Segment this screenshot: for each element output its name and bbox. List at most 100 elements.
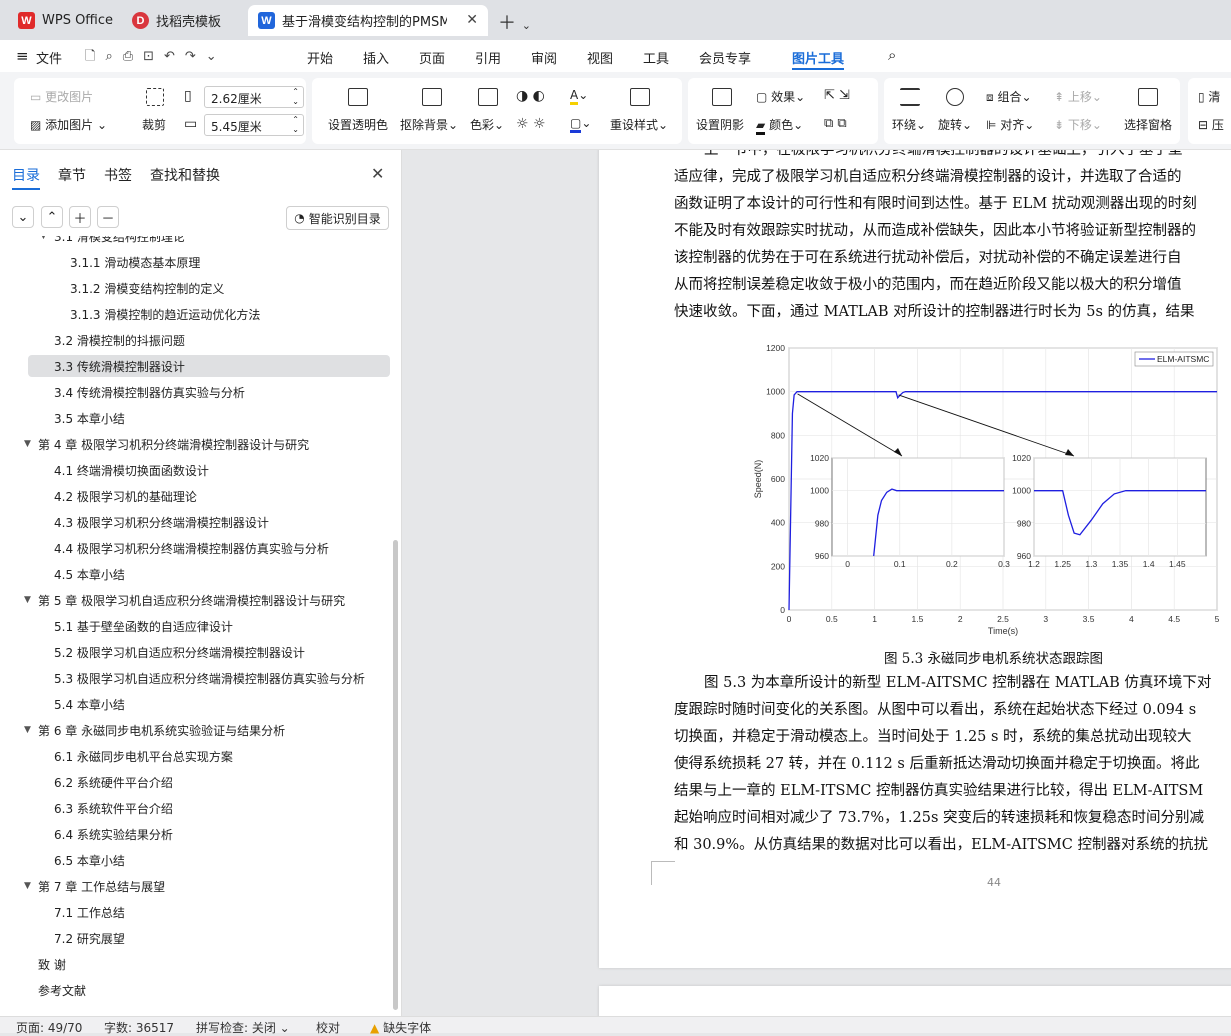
menu-icon[interactable]: ≡ — [16, 47, 29, 65]
menu-start[interactable]: 开始 — [307, 48, 333, 67]
toc-item[interactable]: 3.1.2 滑模变结构控制的定义 — [0, 277, 390, 299]
move-down-button[interactable]: ⇟ 下移⌄ — [1054, 116, 1102, 133]
toc-item[interactable]: 5.3 极限学习机自适应积分终端滑模控制器仿真实验与分析 — [0, 667, 390, 689]
transparent-color-icon[interactable] — [348, 88, 368, 106]
toc-item[interactable]: 7.1 工作总结 — [0, 901, 390, 923]
fill-color-button[interactable]: ▰ 颜色⌄ — [756, 116, 803, 135]
menu-review[interactable]: 审阅 — [531, 48, 557, 67]
expand-caret-icon[interactable]: ▼ — [24, 725, 31, 735]
menu-insert[interactable]: 插入 — [363, 48, 389, 67]
selection-pane-icon[interactable] — [1138, 88, 1158, 106]
wrap-icon[interactable] — [900, 88, 920, 106]
toc-item[interactable]: 3.1.3 滑模控制的趋近运动优化方法 — [0, 303, 390, 325]
expand-caret-icon[interactable]: ▼ — [24, 881, 31, 891]
expand-caret-icon[interactable]: ▼ — [40, 236, 47, 241]
line-color-icon[interactable]: ▢⌄ — [570, 116, 591, 133]
toc-item[interactable]: 5.2 极限学习机自适应积分终端滑模控制器设计 — [0, 641, 390, 663]
align-button[interactable]: ⊫ 对齐⌄ — [986, 116, 1034, 133]
toc-item[interactable]: 4.2 极限学习机的基础理论 — [0, 485, 390, 507]
page-indicator[interactable]: 页面: 49/70 — [16, 1019, 82, 1036]
chart-figure[interactable]: 0 0.5 1 1.5 2 2.5 3 3.5 4 4.5 5 0 200 400 600 800 1000 12… — [749, 340, 1229, 640]
close-icon[interactable]: ✕ — [466, 12, 478, 28]
toc-item[interactable]: 4.4 极限学习机积分终端滑模控制器仿真实验与分析 — [0, 537, 390, 559]
crop-icon[interactable] — [146, 88, 164, 106]
toc-item[interactable]: 5.1 基于壁垒函数的自适应律设计 — [0, 615, 390, 637]
word-count[interactable]: 字数: 36517 — [104, 1019, 174, 1036]
toc-item[interactable]: 3.5 本章小结 — [0, 407, 390, 429]
menu-picture-tools[interactable]: 图片工具 — [792, 48, 844, 67]
toc-scrollbar[interactable] — [393, 540, 398, 1010]
move-up-button[interactable]: ⇞ 上移⌄ — [1054, 88, 1102, 105]
missing-font-button[interactable]: ▲ 缺失字体 — [370, 1019, 431, 1036]
clear-button[interactable]: ▯ 清 — [1198, 88, 1220, 105]
remove-heading-icon[interactable]: － — [97, 206, 119, 228]
shadow-icon[interactable] — [712, 88, 732, 106]
quick-access-icons[interactable]: 🗋⌕⎙⊡↶↷⌄ — [85, 47, 227, 69]
add-image-button[interactable]: ▨ 添加图片 ⌄ — [30, 116, 107, 133]
reset-style-icon[interactable] — [630, 88, 650, 106]
toc-item[interactable]: 3.4 传统滑模控制器仿真实验与分析 — [0, 381, 390, 403]
spell-check[interactable]: 拼写检查: 关闭 ⌄ — [196, 1019, 290, 1036]
menu-tools[interactable]: 工具 — [643, 48, 669, 67]
tab-wps-office[interactable]: W WPS Office — [8, 5, 120, 36]
rotate-icon[interactable] — [946, 88, 964, 106]
wrap-button[interactable]: 环绕⌄ — [892, 116, 926, 133]
tab-bookmarks[interactable]: 书签 — [104, 165, 132, 185]
expand-caret-icon[interactable]: ▼ — [24, 595, 31, 605]
toc-item[interactable]: 7.2 研究展望 — [0, 927, 390, 949]
width-input[interactable]: 2.62厘米 ⌃ ⌄ — [204, 86, 304, 108]
add-heading-icon[interactable]: ＋ — [69, 206, 91, 228]
search-icon[interactable]: ⌕ — [888, 46, 896, 64]
highlight-icon[interactable]: A⌄ — [570, 88, 588, 105]
proofread-button[interactable]: 校对 — [316, 1019, 340, 1036]
toc-item[interactable]: 3.2 滑模控制的抖振问题 — [0, 329, 390, 351]
toc-item[interactable]: ▼ 第 4 章 极限学习机积分终端滑模控制器设计与研究 — [0, 433, 390, 455]
remove-background-button[interactable]: 抠除背景⌄ — [400, 116, 458, 133]
remove-background-icon[interactable] — [422, 88, 442, 106]
toc-item[interactable]: 5.4 本章小结 — [0, 693, 390, 715]
toc-item[interactable]: 4.5 本章小结 — [0, 563, 390, 585]
set-shadow-button[interactable]: 设置阴影 — [696, 116, 744, 133]
toc-item[interactable]: 致 谢 — [0, 953, 390, 975]
toc-item[interactable]: ▼ 第 5 章 极限学习机自适应积分终端滑模控制器设计与研究 — [0, 589, 390, 611]
close-pane-icon[interactable]: ✕ — [371, 164, 384, 183]
toc-item[interactable]: 6.1 永磁同步电机平台总实现方案 — [0, 745, 390, 767]
color-icon[interactable] — [478, 88, 498, 106]
menu-reference[interactable]: 引用 — [475, 48, 501, 67]
tab-find-replace[interactable]: 查找和替换 — [150, 165, 220, 185]
height-input[interactable]: 5.45厘米 ⌃ ⌄ — [204, 114, 304, 136]
toc-item[interactable]: 6.2 系统硬件平台介绍 — [0, 771, 390, 793]
change-image-button[interactable]: ▭ 更改图片 — [30, 88, 93, 105]
expand-up-icon[interactable]: ⌃ — [41, 206, 63, 228]
arrange-icon[interactable]: ⇱ ⇲ — [824, 88, 850, 103]
expand-caret-icon[interactable]: ▼ — [24, 439, 31, 449]
toc-item[interactable]: 6.4 系统实验结果分析 — [0, 823, 390, 845]
reset-style-button[interactable]: 重设样式⌄ — [610, 116, 668, 133]
effect-button[interactable]: ▢ 效果⌄ — [756, 88, 805, 105]
toc-item[interactable]: 4.1 终端滑模切换面函数设计 — [0, 459, 390, 481]
toc-item[interactable]: 6.3 系统软件平台介绍 — [0, 797, 390, 819]
toc-item[interactable]: 3.3 传统滑模控制器设计 — [28, 355, 390, 377]
toc-item[interactable]: 参考文献 — [0, 979, 390, 1001]
smart-toc-button[interactable]: ◔ 智能识别目录 — [286, 206, 389, 230]
layer-icon[interactable]: ⧉ ⧉ — [824, 116, 847, 131]
brightness-icon[interactable]: ◑ ◐ — [516, 88, 545, 104]
rotate-button[interactable]: 旋转⌄ — [938, 116, 972, 133]
toc-item[interactable]: 6.5 本章小结 — [0, 849, 390, 871]
group-button[interactable]: ⧈ 组合⌄ — [986, 88, 1032, 105]
menu-member[interactable]: 会员专享 — [699, 48, 751, 67]
tab-docer-template[interactable]: D 找稻壳模板 — [122, 5, 244, 36]
menu-file[interactable]: 文件 — [36, 48, 62, 67]
collapse-all-icon[interactable]: ⌄ — [12, 206, 34, 228]
contrast-icon[interactable]: ☼ ☼ — [516, 116, 546, 132]
tab-toc[interactable]: 目录 — [12, 165, 40, 185]
compress-button[interactable]: ⊟ 压 — [1198, 116, 1224, 133]
toc-item[interactable]: 4.3 极限学习机积分终端滑模控制器设计 — [0, 511, 390, 533]
set-transparent-button[interactable]: 设置透明色 — [328, 116, 388, 133]
new-tab-icon[interactable]: ＋ ⌄ — [498, 9, 531, 35]
toc-item[interactable]: ▼ 第 7 章 工作总结与展望 — [0, 875, 390, 897]
tab-document[interactable]: W 基于滑模变结构控制的PMSM ✕ — [248, 5, 488, 36]
tab-chapters[interactable]: 章节 — [58, 165, 86, 185]
menu-page[interactable]: 页面 — [419, 48, 445, 67]
selection-pane-button[interactable]: 选择窗格 — [1124, 116, 1172, 133]
